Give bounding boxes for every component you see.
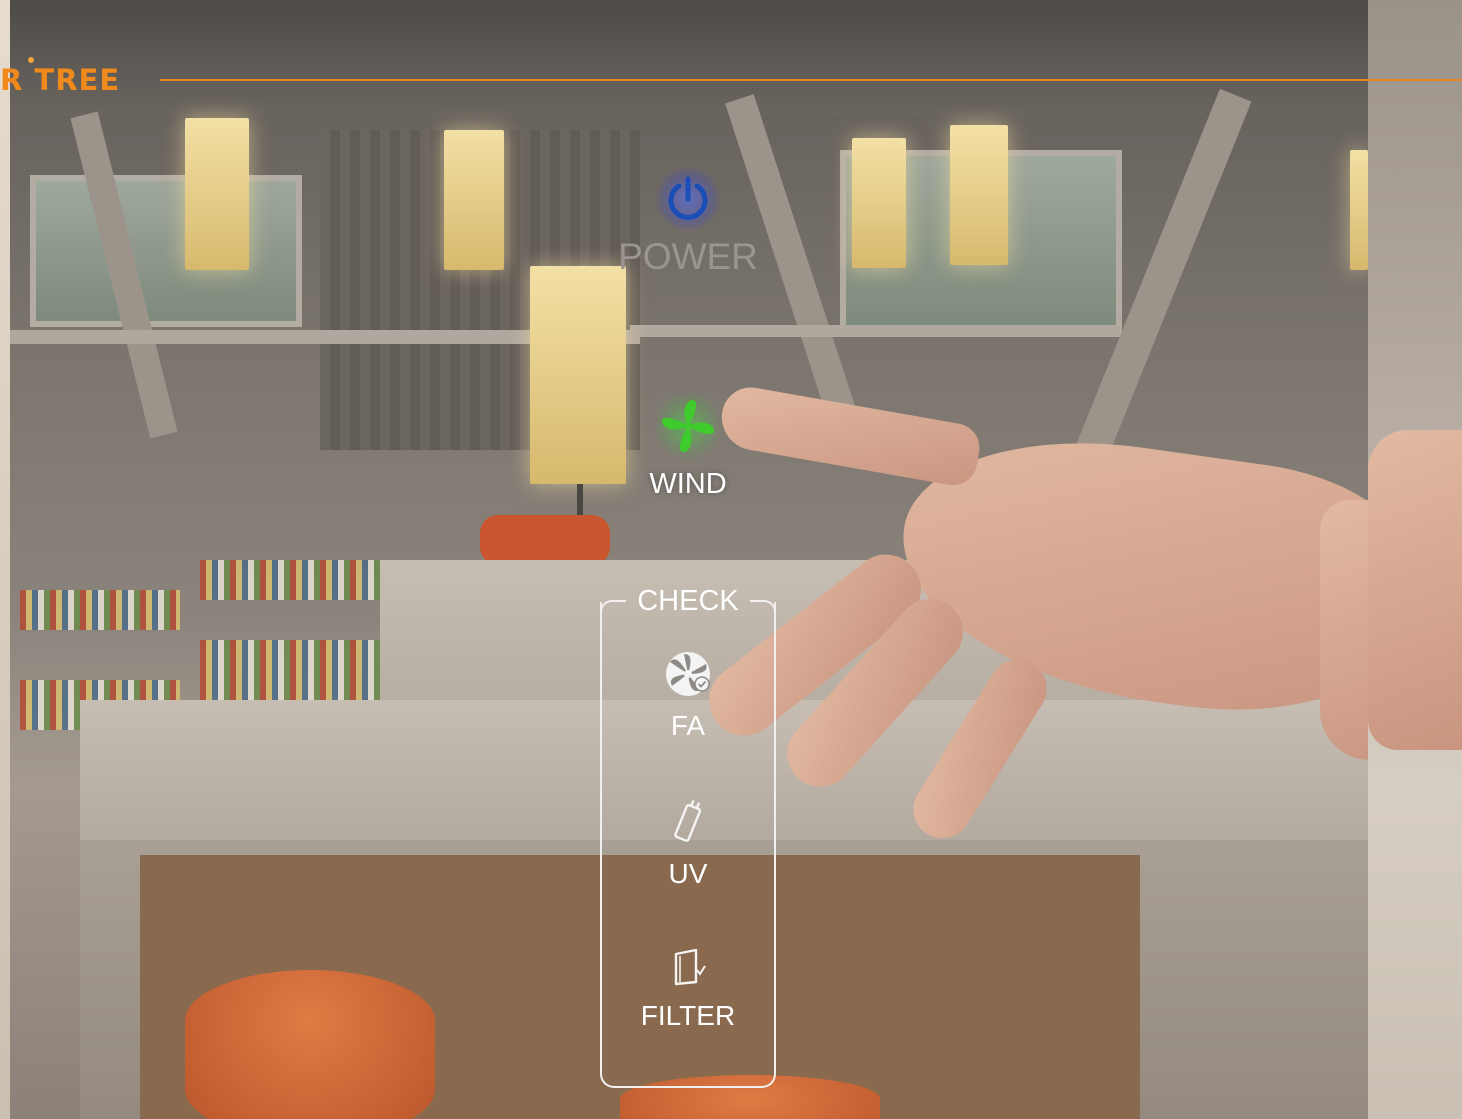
logo-dot (28, 57, 34, 63)
power-label: POWER (618, 236, 758, 277)
header: R TREE (0, 55, 1462, 105)
check-panel: CHECK FA UV FILTER (600, 585, 776, 1088)
uv-label: UV (668, 858, 708, 889)
filter-label: FILTER (640, 1000, 736, 1031)
wind-button[interactable]: WIND (620, 392, 756, 501)
fan-label: FA (670, 710, 706, 741)
book-shelf (20, 590, 180, 630)
orange-cushion (480, 515, 610, 565)
header-divider (160, 79, 1462, 81)
pendant-lamp (950, 125, 1008, 265)
check-title-text: CHECK (637, 585, 739, 617)
book-shelf (200, 560, 380, 600)
wind-label: WIND (649, 468, 727, 500)
power-icon[interactable] (654, 168, 722, 230)
orange-stool (185, 970, 435, 1119)
pendant-lamp (185, 118, 249, 270)
hand-forearm (1368, 430, 1462, 750)
fan-check-icon[interactable] (662, 648, 714, 700)
power-button[interactable]: POWER (590, 168, 786, 278)
left-edge-panel (0, 0, 10, 1119)
pendant-lamp (444, 130, 504, 270)
filter-check-icon[interactable] (668, 946, 708, 990)
uv-check-button[interactable]: UV (602, 796, 774, 890)
beam (630, 325, 1120, 337)
pinwheel-fan-icon[interactable] (652, 392, 724, 460)
pendant-lamp (852, 138, 906, 268)
check-title: CHECK (602, 584, 774, 618)
filter-check-button[interactable]: FILTER (602, 946, 774, 1032)
window-left (30, 175, 302, 327)
book-shelf (200, 640, 380, 700)
fan-check-button[interactable]: FA (602, 648, 774, 742)
pendant-lamp (1350, 150, 1368, 270)
logo-text: R TREE (0, 63, 121, 97)
table-lamp (530, 266, 626, 484)
uv-lamp-icon[interactable] (668, 796, 708, 848)
brand-logo: R TREE (0, 57, 121, 97)
